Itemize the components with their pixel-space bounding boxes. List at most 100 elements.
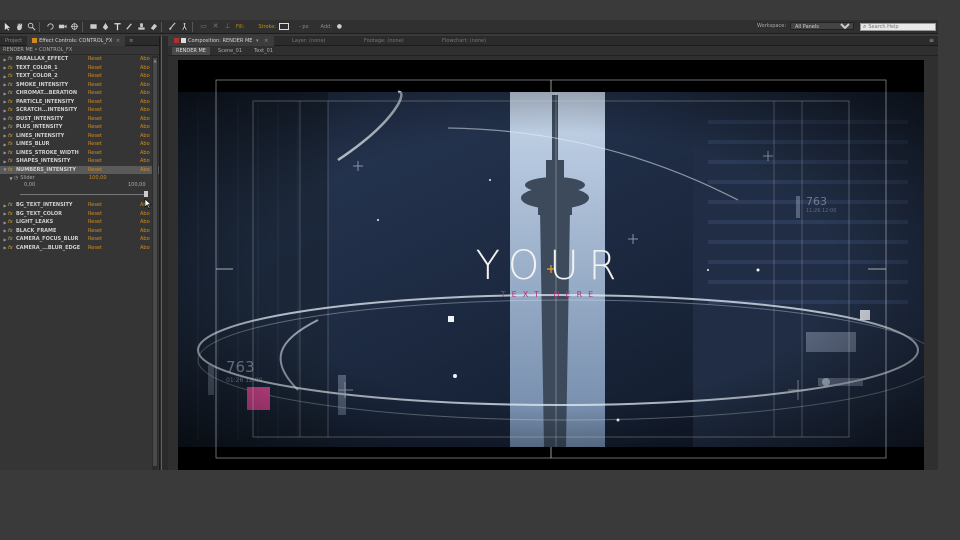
selection-tool-icon[interactable] <box>3 22 12 31</box>
tab-composition[interactable]: Composition: RENDER ME ▾ × <box>168 35 275 46</box>
about-link[interactable]: Abo <box>140 236 150 242</box>
composition-dropdown-icon[interactable]: ▾ <box>256 38 259 44</box>
reset-link[interactable]: Reset <box>88 202 102 208</box>
fx-icon[interactable]: fx <box>8 116 16 122</box>
effect-row[interactable]: ▶ fx DUST_INTENSITY Reset Abo <box>0 115 159 124</box>
tab-effect-controls[interactable]: Effect Controls: CONTROL_FX × <box>27 35 126 46</box>
reset-link[interactable]: Reset <box>88 82 102 88</box>
fx-icon[interactable]: fx <box>8 228 16 234</box>
reset-link[interactable]: Reset <box>88 116 102 122</box>
reset-link[interactable]: Reset <box>88 65 102 71</box>
scroll-up-arrow-icon[interactable]: ▲ <box>152 58 158 64</box>
fx-icon[interactable]: fx <box>8 99 16 105</box>
effect-row[interactable]: ▶fxBG_TEXT_INTENSITYResetAbo <box>0 201 159 210</box>
panel-divider[interactable] <box>160 36 168 470</box>
effects-scrollbar[interactable] <box>152 56 158 470</box>
snapping-icon[interactable]: ▭ <box>199 22 208 31</box>
about-link[interactable]: Abo <box>140 228 150 234</box>
effect-row[interactable]: ▶ fx TEXT_COLOR_2 Reset Abo <box>0 72 159 81</box>
about-link[interactable]: Abo <box>140 133 150 139</box>
type-tool-icon[interactable] <box>113 22 122 31</box>
effect-row[interactable]: ▶ fx PARALLAX_EFFECT Reset Abo <box>0 55 159 64</box>
fx-icon[interactable]: fx <box>8 90 16 96</box>
close-icon[interactable]: × <box>116 38 120 44</box>
about-link[interactable]: Abo <box>140 124 150 130</box>
reset-link[interactable]: Reset <box>88 124 102 130</box>
reset-link[interactable]: Reset <box>88 107 102 113</box>
reset-link[interactable]: Reset <box>88 150 102 156</box>
effect-row[interactable]: ▶ fx PLUS_INTENSITY Reset Abo <box>0 123 159 132</box>
reset-link[interactable]: Reset <box>88 228 102 234</box>
fx-icon[interactable]: fx <box>8 245 16 251</box>
tab-project[interactable]: Project <box>0 36 27 46</box>
fx-icon[interactable]: fx <box>8 56 16 62</box>
puppet-tool-icon[interactable] <box>180 22 189 31</box>
reset-link[interactable]: Reset <box>88 73 102 79</box>
fx-icon[interactable]: fx <box>8 65 16 71</box>
effect-row[interactable]: ▶ fx CAMERA_...BLUR_EDGE Reset Abo <box>0 244 159 253</box>
fx-icon[interactable]: fx <box>8 158 16 164</box>
hand-tool-icon[interactable] <box>15 22 24 31</box>
reset-link[interactable]: Reset <box>88 99 102 105</box>
brush-tool-icon[interactable] <box>125 22 134 31</box>
tab-footage[interactable]: Footage: (none) <box>364 38 404 44</box>
fx-icon[interactable]: fx <box>8 236 16 242</box>
eraser-tool-icon[interactable] <box>149 22 158 31</box>
fx-icon[interactable]: fx <box>8 211 16 217</box>
fx-icon[interactable]: fx <box>8 141 16 147</box>
about-link[interactable]: Abo <box>140 107 150 113</box>
about-link[interactable]: Abo <box>140 56 150 62</box>
about-link[interactable]: Abo <box>140 167 150 173</box>
composition-canvas[interactable]: YOUR TEXT HERE 763 01:26 12:00 763 11:26… <box>178 60 924 470</box>
roto-brush-tool-icon[interactable] <box>168 22 177 31</box>
reset-link[interactable]: Reset <box>88 167 102 173</box>
fill-label[interactable]: Fill: <box>236 24 244 30</box>
reset-link[interactable]: Reset <box>88 141 102 147</box>
slider-value[interactable]: 100,00 <box>89 175 107 181</box>
effect-row[interactable]: ▶ fx LINES_STROKE_WIDTH Reset Abo <box>0 149 159 158</box>
zoom-tool-icon[interactable] <box>27 22 36 31</box>
reset-link[interactable]: Reset <box>88 211 102 217</box>
stopwatch-icon[interactable]: ◷ <box>14 175 18 181</box>
reset-link[interactable]: Reset <box>88 158 102 164</box>
effect-row[interactable]: ▶ fx LINES_INTENSITY Reset Abo <box>0 132 159 141</box>
stroke-label[interactable]: Stroke: <box>258 24 276 30</box>
scrollbar-thumb[interactable] <box>153 58 157 466</box>
pan-behind-tool-icon[interactable] <box>70 22 79 31</box>
about-link[interactable]: Abo <box>140 82 150 88</box>
panel-menu-icon[interactable]: ≡ <box>929 37 934 44</box>
effect-row-selected[interactable]: ▼ fx NUMBERS_INTENSITY Reset Abo <box>0 165 159 174</box>
reset-link[interactable]: Reset <box>88 90 102 96</box>
search-help-input[interactable] <box>868 24 933 30</box>
about-link[interactable]: Abo <box>140 73 150 79</box>
axis-local-icon[interactable]: ✕ <box>211 22 220 31</box>
close-icon[interactable]: × <box>264 38 268 44</box>
tab-flowchart[interactable]: Flowchart: (none) <box>442 38 486 44</box>
reset-link[interactable]: Reset <box>88 236 102 242</box>
tab-layer[interactable]: Layer: (none) <box>292 38 326 44</box>
fx-icon[interactable]: fx <box>8 124 16 130</box>
effect-row[interactable]: ▶ fx CHROMAT...BERATION Reset Abo <box>0 89 159 98</box>
workspace-select[interactable]: All Panels <box>790 22 854 30</box>
fx-icon[interactable]: fx <box>8 73 16 79</box>
fx-icon[interactable]: fx <box>8 107 16 113</box>
effect-row[interactable]: ▶ fx BG_TEXT_COLOR Reset Abo <box>0 210 159 219</box>
pen-tool-icon[interactable] <box>101 22 110 31</box>
breadcrumb-item[interactable]: Text_01 <box>250 47 277 55</box>
slider-knob[interactable] <box>144 191 148 197</box>
panel-menu-icon[interactable]: ≡ <box>129 38 133 44</box>
search-help-box[interactable]: ⌕ <box>860 23 936 31</box>
about-link[interactable]: Abo <box>140 141 150 147</box>
about-link[interactable]: Abo <box>140 211 150 217</box>
effect-row[interactable]: ▶ fx TEXT_COLOR_1 Reset Abo <box>0 64 159 73</box>
fx-icon[interactable]: fx <box>8 167 16 173</box>
lock-icon[interactable] <box>174 37 179 43</box>
effect-row[interactable]: ▶ fx SCRATCH...INTENSITY Reset Abo <box>0 106 159 115</box>
effect-row[interactable]: ▶ fx LIGHT_LEAKS Reset Abo <box>0 218 159 227</box>
slider-track[interactable] <box>20 190 148 198</box>
fx-icon[interactable]: fx <box>8 219 16 225</box>
about-link[interactable]: Abo <box>140 219 150 225</box>
about-link[interactable]: Abo <box>140 150 150 156</box>
about-link[interactable]: Abo <box>140 99 150 105</box>
about-link[interactable]: Abo <box>140 90 150 96</box>
